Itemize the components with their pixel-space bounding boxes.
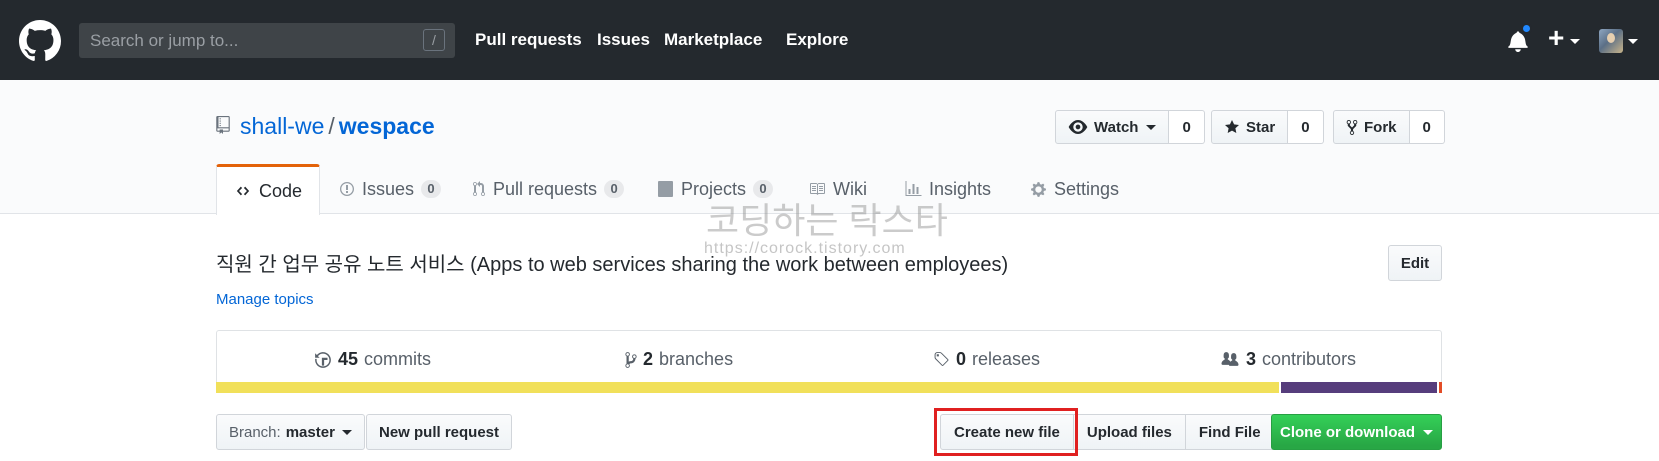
nav-explore[interactable]: Explore: [786, 30, 848, 50]
repository-language-bar[interactable]: [216, 382, 1442, 393]
tab-issues-label: Issues: [362, 178, 415, 199]
upload-files-button[interactable]: Upload files: [1072, 414, 1186, 450]
tag-icon: [934, 352, 949, 366]
edit-description-button[interactable]: Edit: [1388, 245, 1442, 281]
branch-select-button[interactable]: Branch: master: [216, 414, 365, 450]
tab-pull-requests[interactable]: Pull requests 0: [472, 164, 625, 214]
search-input[interactable]: Search or jump to... /: [79, 23, 455, 58]
language-bar-segment[interactable]: [216, 382, 1279, 393]
tab-settings-label: Settings: [1054, 178, 1120, 199]
language-bar-segment[interactable]: [1278, 382, 1438, 393]
contributors-count: 3: [1246, 349, 1257, 369]
fork-count[interactable]: 0: [1409, 110, 1445, 144]
watch-group: Watch 0: [1055, 110, 1205, 144]
tab-pull-requests-label: Pull requests: [493, 178, 598, 199]
branches-count: 2: [643, 349, 654, 369]
manage-topics-link[interactable]: Manage topics: [216, 291, 314, 308]
user-menu-caret-icon[interactable]: [1628, 39, 1638, 44]
nav-marketplace[interactable]: Marketplace: [664, 30, 762, 50]
create-new-caret-icon[interactable]: [1570, 39, 1580, 44]
tab-code-label: Code: [258, 180, 303, 201]
find-file-button[interactable]: Find File: [1184, 414, 1275, 450]
clone-caret-icon: [1423, 429, 1433, 435]
history-icon: [315, 351, 331, 368]
branch-icon: [625, 351, 637, 368]
search-placeholder: Search or jump to...: [90, 31, 239, 50]
commits-label: commits: [364, 349, 432, 369]
watch-button[interactable]: Watch: [1055, 110, 1170, 144]
repo-title-separator: /: [328, 113, 335, 139]
search-shortcut-key: /: [423, 29, 445, 51]
fork-icon: [1346, 119, 1358, 135]
tab-issues-counter: 0: [421, 180, 442, 198]
create-new-file-highlight: [934, 408, 1078, 456]
gear-icon: [1031, 181, 1046, 197]
language-bar-segment[interactable]: [1437, 382, 1442, 393]
github-logo-icon[interactable]: [19, 20, 61, 62]
notification-unread-dot: [1521, 23, 1532, 34]
branches-label: branches: [659, 349, 734, 369]
clone-or-download-label: Clone or download: [1280, 423, 1415, 441]
repo-icon: [216, 116, 230, 134]
branch-prefix: Branch:: [229, 423, 281, 441]
watermark-title: 코딩하는 락스타: [706, 200, 948, 241]
tab-issues[interactable]: Issues 0: [339, 164, 442, 214]
issue-icon: [340, 182, 354, 196]
commits-stat[interactable]: 45 commits: [314, 349, 431, 370]
repo-title: shall-we / wespace: [240, 113, 435, 140]
code-icon: [236, 186, 250, 196]
tab-code[interactable]: Code: [216, 164, 320, 215]
clone-or-download-button[interactable]: Clone or download: [1271, 414, 1442, 450]
fork-label: Fork: [1364, 118, 1397, 136]
project-icon: [658, 181, 673, 197]
star-count[interactable]: 0: [1288, 110, 1324, 144]
tab-pull-requests-counter: 0: [604, 180, 625, 198]
fork-button[interactable]: Fork: [1333, 110, 1410, 144]
commits-count: 45: [338, 349, 359, 369]
watch-caret-icon: [1146, 124, 1157, 130]
user-avatar[interactable]: [1599, 29, 1623, 53]
star-icon: [1225, 120, 1239, 133]
pull-request-icon: [473, 181, 485, 196]
star-label: Star: [1246, 118, 1276, 136]
repo-owner-link[interactable]: shall-we: [240, 113, 324, 139]
contributors-stat[interactable]: 3 contributors: [1220, 349, 1356, 370]
new-pull-request-button[interactable]: New pull request: [366, 414, 513, 450]
branches-stat[interactable]: 2 branches: [625, 349, 733, 370]
repo-name-link[interactable]: wespace: [339, 113, 435, 139]
releases-stat[interactable]: 0 releases: [933, 349, 1040, 370]
people-icon: [1221, 352, 1239, 366]
star-button[interactable]: Star: [1211, 110, 1289, 144]
tab-settings[interactable]: Settings: [1030, 164, 1119, 214]
releases-label: releases: [972, 349, 1041, 369]
fork-group: Fork 0: [1333, 110, 1445, 144]
watermark-url: https://corock.tistory.com: [704, 240, 906, 257]
watch-label: Watch: [1094, 118, 1139, 136]
contributors-label: contributors: [1262, 349, 1357, 369]
create-new-plus-icon[interactable]: +: [1548, 22, 1564, 54]
watch-count[interactable]: 0: [1169, 110, 1205, 144]
nav-pull-requests[interactable]: Pull requests: [475, 30, 582, 50]
releases-count: 0: [956, 349, 967, 369]
eye-icon: [1068, 120, 1088, 134]
branch-name: master: [285, 423, 335, 441]
branch-caret-icon: [341, 429, 352, 435]
star-group: Star 0: [1211, 110, 1324, 144]
global-header: Search or jump to... / Pull requests Iss…: [0, 0, 1659, 80]
nav-issues[interactable]: Issues: [597, 30, 650, 50]
